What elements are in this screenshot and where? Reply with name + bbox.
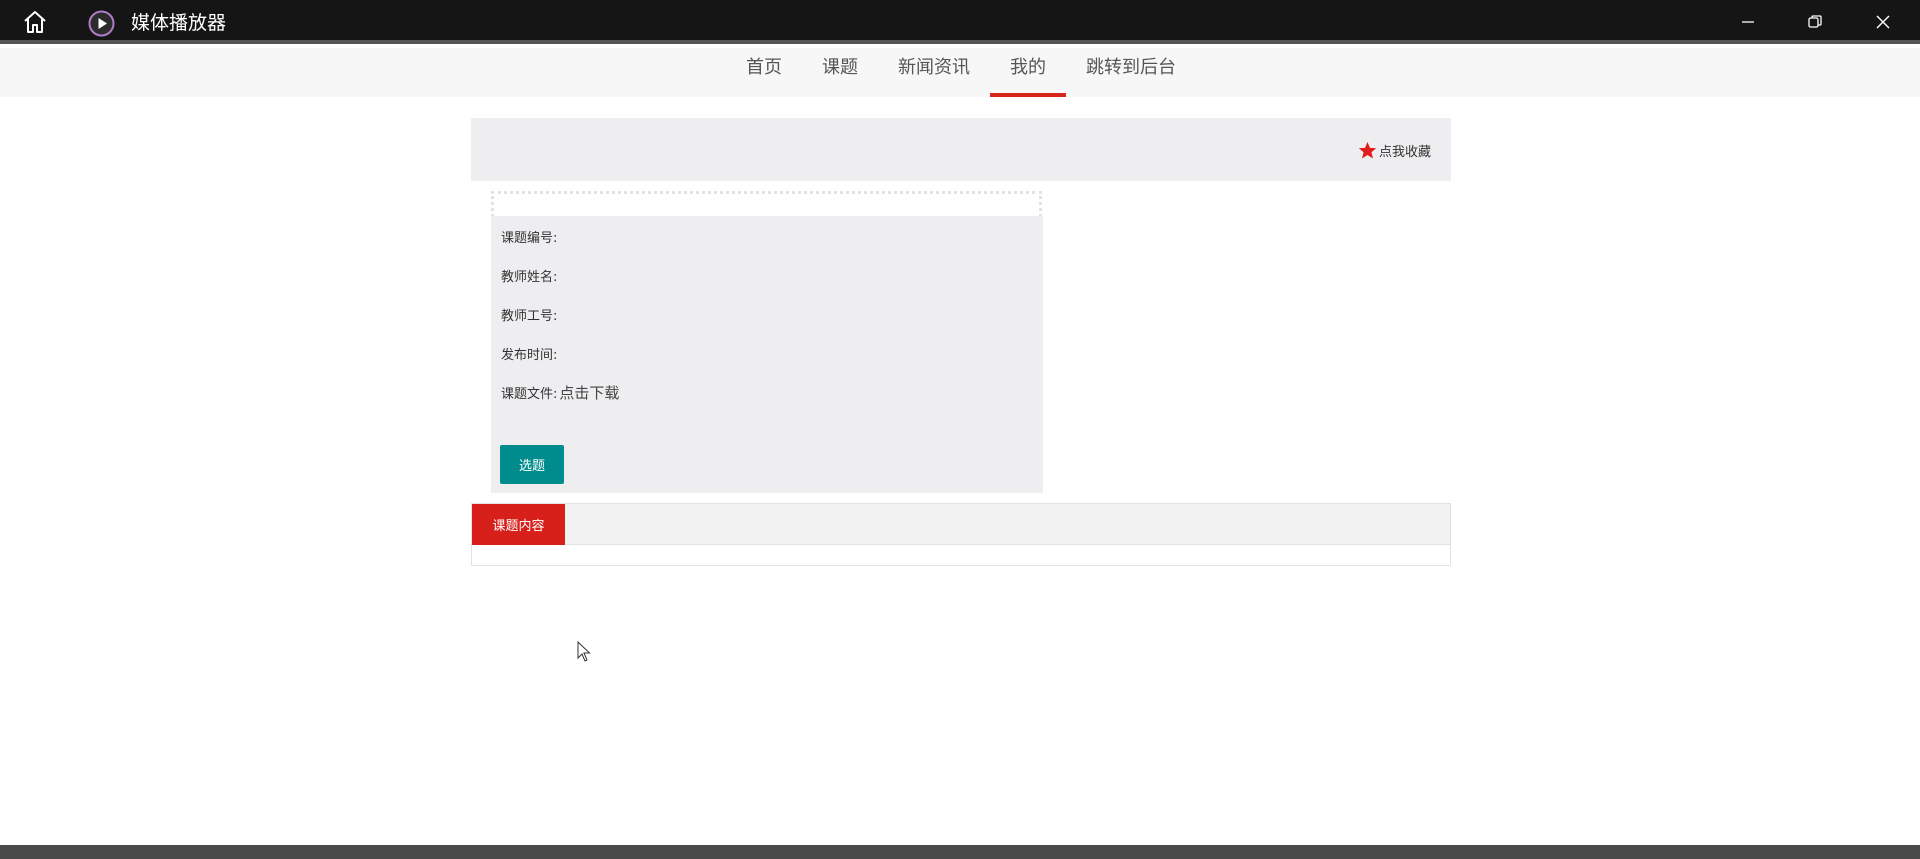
teacher-name-row: 教师姓名: bbox=[501, 266, 559, 288]
favorite-link[interactable]: 点我收藏 bbox=[1358, 139, 1431, 161]
publish-time-row: 发布时间: bbox=[501, 344, 559, 366]
minimize-icon bbox=[1742, 21, 1754, 23]
topic-file-label: 课题文件: bbox=[501, 387, 558, 402]
topic-content-box: 课题内容 bbox=[471, 503, 1451, 566]
home-icon[interactable] bbox=[18, 9, 52, 35]
star-icon bbox=[1358, 141, 1377, 158]
topic-number-row: 课题编号: bbox=[501, 227, 559, 249]
restore-icon bbox=[1808, 15, 1822, 28]
nav-item-admin[interactable]: 跳转到后台 bbox=[1080, 48, 1182, 97]
topic-number-label: 课题编号: bbox=[501, 231, 558, 246]
topic-info-panel: 课题编号: 教师姓名: 教师工号: 发布时间: 课题文件: 点击下载 选题 bbox=[491, 216, 1043, 493]
teacher-id-label: 教师工号: bbox=[501, 309, 558, 324]
close-button[interactable] bbox=[1860, 6, 1906, 38]
nav-item-news[interactable]: 新闻资讯 bbox=[890, 48, 978, 97]
favorite-label: 点我收藏 bbox=[1378, 144, 1431, 160]
window-titlebar: 媒体播放器 bbox=[0, 0, 1920, 44]
info-panel-header bbox=[491, 191, 1042, 217]
nav-item-mine[interactable]: 我的 bbox=[990, 48, 1066, 97]
restore-button[interactable] bbox=[1792, 6, 1838, 38]
teacher-name-label: 教师姓名: bbox=[501, 270, 558, 285]
favorite-bar: 点我收藏 bbox=[471, 118, 1451, 181]
content-tabbar: 课题内容 bbox=[472, 504, 1450, 545]
publish-time-label: 发布时间: bbox=[501, 348, 558, 363]
media-player-icon bbox=[88, 10, 115, 37]
minimize-button[interactable] bbox=[1725, 6, 1771, 38]
tab-topic-content[interactable]: 课题内容 bbox=[472, 504, 565, 545]
bottom-bar bbox=[0, 845, 1920, 859]
teacher-id-row: 教师工号: bbox=[501, 305, 559, 327]
select-topic-button[interactable]: 选题 bbox=[500, 445, 564, 484]
mouse-cursor-icon bbox=[577, 640, 591, 663]
main-nav: 首页 课题 新闻资讯 我的 跳转到后台 bbox=[0, 48, 1920, 97]
close-icon bbox=[1876, 15, 1890, 29]
nav-item-topics[interactable]: 课题 bbox=[812, 48, 868, 97]
nav-item-home[interactable]: 首页 bbox=[736, 48, 792, 97]
topic-file-row: 课题文件: 点击下载 bbox=[501, 383, 619, 405]
window-title: 媒体播放器 bbox=[131, 12, 227, 34]
download-link[interactable]: 点击下载 bbox=[559, 384, 619, 402]
